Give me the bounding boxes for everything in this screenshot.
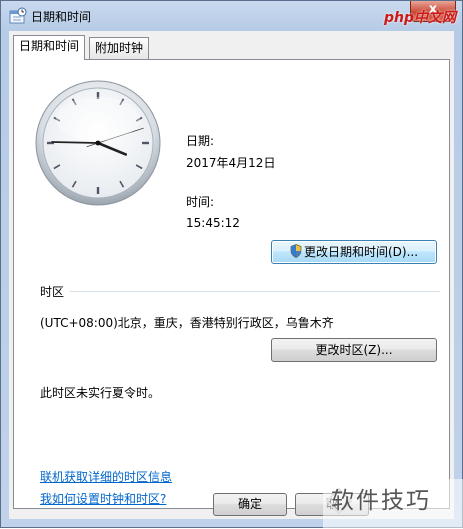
timezone-section-label: 时区 bbox=[40, 285, 65, 299]
watermark-text: 软件技巧 bbox=[331, 488, 431, 514]
date-value: 2017年4月12日 bbox=[186, 156, 276, 170]
tab-date-time[interactable]: 日期和时间 bbox=[13, 35, 86, 60]
ok-button[interactable]: 确定 bbox=[213, 493, 287, 516]
clock-center-pin bbox=[95, 140, 101, 146]
tab-additional-clocks[interactable]: 附加时钟 bbox=[89, 37, 150, 59]
dst-note: 此时区未实行夏令时。 bbox=[40, 386, 161, 400]
clock-minute-hand bbox=[51, 141, 99, 144]
change-timezone-label: 更改时区(Z)... bbox=[315, 343, 393, 357]
change-date-time-button[interactable]: 更改日期和时间(D)... bbox=[271, 240, 437, 264]
tab-additional-clocks-label: 附加时钟 bbox=[95, 41, 144, 55]
tab-panel-date-time: 日期: 2017年4月12日 时间: 15:45:12 更改日期和时间(D)..… bbox=[13, 59, 450, 509]
title-bar[interactable]: 日期和时间 x php中文网 bbox=[1, 1, 462, 31]
watermark-php-logo: php中文网 bbox=[383, 10, 456, 26]
how-to-set-clock-link[interactable]: 我如何设置时钟和时区? bbox=[40, 490, 166, 507]
change-date-time-label: 更改日期和时间(D)... bbox=[303, 245, 419, 259]
ok-button-label: 确定 bbox=[237, 497, 262, 511]
watermark-overlay: 软件技巧 bbox=[323, 479, 463, 529]
dialog-client-area: 日期和时间 附加时钟 日期: 2017年4月12日 时间: 15:45:12 更… bbox=[9, 31, 454, 519]
clock-app-icon bbox=[9, 7, 27, 24]
analog-clock bbox=[35, 80, 161, 206]
tab-date-time-label: 日期和时间 bbox=[19, 39, 80, 53]
online-timezone-info-link[interactable]: 联机获取详细的时区信息 bbox=[40, 468, 172, 485]
date-time-dialog: 日期和时间 x php中文网 日期和时间 附加时钟 日期: 2017年4月12日… bbox=[0, 0, 463, 529]
timezone-value: (UTC+08:00)北京，重庆，香港特别行政区，乌鲁木齐 bbox=[40, 316, 334, 330]
timezone-divider bbox=[70, 291, 440, 292]
time-value: 15:45:12 bbox=[186, 216, 240, 230]
date-label: 日期: bbox=[186, 134, 215, 148]
change-timezone-button[interactable]: 更改时区(Z)... bbox=[271, 338, 437, 362]
uac-shield-icon bbox=[290, 244, 302, 258]
time-label: 时间: bbox=[186, 195, 215, 209]
window-title: 日期和时间 bbox=[31, 10, 92, 24]
